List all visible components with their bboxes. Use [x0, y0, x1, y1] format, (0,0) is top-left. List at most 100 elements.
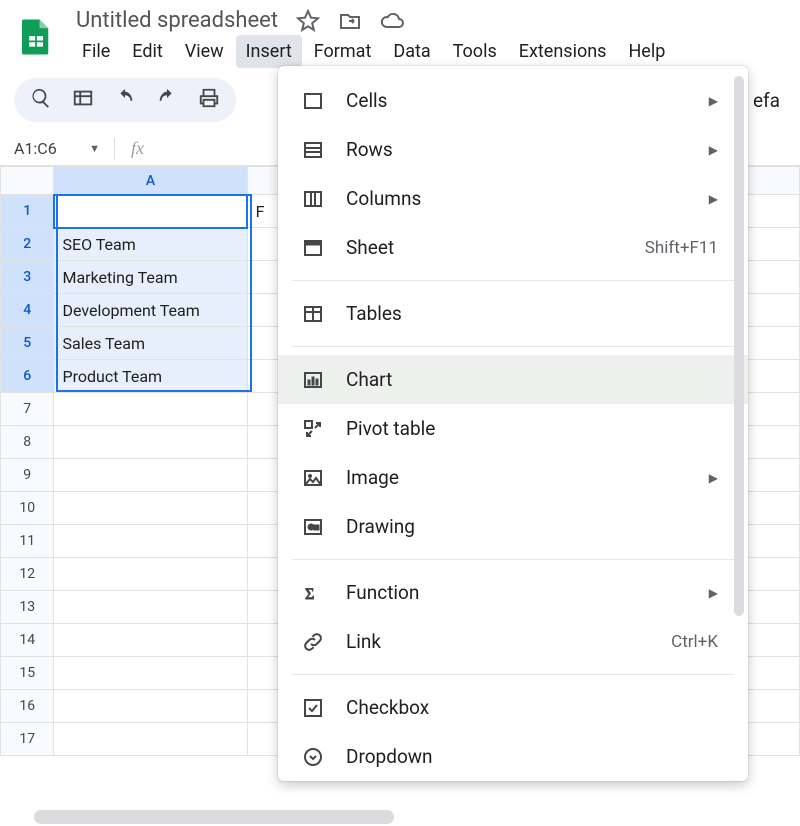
star-icon[interactable]: [296, 9, 320, 33]
menu-help[interactable]: Help: [618, 35, 675, 68]
cloud-status-icon[interactable]: [380, 9, 404, 33]
titlebar: Untitled spreadsheet FileEditViewInsertF…: [0, 0, 800, 68]
cell-A13[interactable]: [54, 591, 247, 624]
menu-item-label: Tables: [346, 302, 718, 325]
row-header-11[interactable]: 11: [1, 525, 54, 558]
filter-views-icon[interactable]: [72, 87, 94, 113]
menu-item-sheet[interactable]: SheetShift+F11: [278, 223, 748, 272]
menu-item-rows[interactable]: Rows ▶: [278, 125, 748, 174]
menu-item-columns[interactable]: Columns ▶: [278, 174, 748, 223]
cell-A6[interactable]: Product Team: [54, 360, 247, 393]
cell-A17[interactable]: [54, 723, 247, 756]
cell-A2[interactable]: SEO Team: [54, 228, 247, 261]
redo-icon[interactable]: [156, 87, 178, 113]
row-header-14[interactable]: 14: [1, 624, 54, 657]
row-header-3[interactable]: 3: [1, 261, 54, 294]
menu-item-label: Dropdown: [346, 745, 718, 768]
cell-A15[interactable]: [54, 657, 247, 690]
row-header-6[interactable]: 6: [1, 360, 54, 393]
menu-extensions[interactable]: Extensions: [509, 35, 617, 68]
sheets-logo[interactable]: [12, 13, 60, 61]
menu-item-label: Drawing: [346, 515, 718, 538]
dropdown-icon: [300, 744, 326, 770]
row-header-16[interactable]: 16: [1, 690, 54, 723]
name-box[interactable]: A1:C6 ▼: [14, 139, 114, 158]
menu-format[interactable]: Format: [304, 35, 382, 68]
undo-icon[interactable]: [114, 87, 136, 113]
drawing-icon: [300, 514, 326, 540]
chevron-right-icon: ▶: [709, 94, 718, 108]
toolbar: [14, 78, 236, 122]
chevron-right-icon: ▶: [709, 586, 718, 600]
menu-item-shortcut: Shift+F11: [645, 238, 718, 258]
menu-item-pivot[interactable]: Pivot table: [278, 404, 748, 453]
menu-item-label: Image: [346, 466, 689, 489]
row-header-10[interactable]: 10: [1, 492, 54, 525]
cell-A16[interactable]: [54, 690, 247, 723]
row-header-9[interactable]: 9: [1, 459, 54, 492]
cell-A8[interactable]: [54, 426, 247, 459]
row-header-17[interactable]: 17: [1, 723, 54, 756]
col-header-A[interactable]: A: [54, 167, 247, 195]
menu-item-label: Pivot table: [346, 417, 718, 440]
toolbar-overflow-peek: efa: [753, 89, 786, 112]
pivot-icon: [300, 416, 326, 442]
row-header-13[interactable]: 13: [1, 591, 54, 624]
menu-insert[interactable]: Insert: [236, 35, 302, 68]
horizontal-scrollbar[interactable]: [34, 810, 394, 824]
menu-item-function[interactable]: Σ Function ▶: [278, 568, 748, 617]
menu-item-shortcut: Ctrl+K: [671, 632, 718, 652]
menu-scrollbar[interactable]: [734, 76, 744, 616]
menu-item-checkbox[interactable]: Checkbox: [278, 683, 748, 732]
menu-item-label: Chart: [346, 368, 718, 391]
search-icon[interactable]: [30, 87, 52, 113]
row-header-7[interactable]: 7: [1, 393, 54, 426]
cell-A9[interactable]: [54, 459, 247, 492]
chevron-right-icon: ▶: [709, 143, 718, 157]
fx-icon: fx: [131, 138, 144, 159]
row-header-8[interactable]: 8: [1, 426, 54, 459]
row-header-1[interactable]: 1: [1, 195, 54, 228]
cell-A11[interactable]: [54, 525, 247, 558]
menu-file[interactable]: File: [72, 35, 120, 68]
cell-A1[interactable]: [54, 195, 247, 228]
menu-tools[interactable]: Tools: [443, 35, 507, 68]
row-header-15[interactable]: 15: [1, 657, 54, 690]
menu-item-dropdown[interactable]: Dropdown: [278, 732, 748, 781]
menu-item-cells[interactable]: Cells ▶: [278, 76, 748, 125]
cell-A14[interactable]: [54, 624, 247, 657]
menu-item-label: Function: [346, 581, 689, 604]
menu-item-image[interactable]: Image▶: [278, 453, 748, 502]
menu-item-chart[interactable]: Chart: [278, 355, 748, 404]
menu-item-label: Columns: [346, 187, 689, 210]
link-icon: [300, 629, 326, 655]
image-icon: [300, 465, 326, 491]
move-icon[interactable]: [338, 9, 362, 33]
menu-edit[interactable]: Edit: [122, 35, 172, 68]
row-header-12[interactable]: 12: [1, 558, 54, 591]
cell-A7[interactable]: [54, 393, 247, 426]
cell-A5[interactable]: Sales Team: [54, 327, 247, 360]
menu-item-tables[interactable]: Tables: [278, 289, 748, 338]
svg-text:Σ: Σ: [305, 586, 314, 603]
row-header-4[interactable]: 4: [1, 294, 54, 327]
cell-A3[interactable]: Marketing Team: [54, 261, 247, 294]
cell-A10[interactable]: [54, 492, 247, 525]
chart-icon: [300, 367, 326, 393]
menu-view[interactable]: View: [175, 35, 234, 68]
menu-data[interactable]: Data: [383, 35, 440, 68]
doc-title[interactable]: Untitled spreadsheet: [72, 6, 282, 35]
cell-A12[interactable]: [54, 558, 247, 591]
chevron-right-icon: ▶: [709, 192, 718, 206]
cell-icon: [300, 88, 326, 114]
menu-item-label: Cells: [346, 89, 689, 112]
menu-item-link[interactable]: LinkCtrl+K: [278, 617, 748, 666]
row-header-5[interactable]: 5: [1, 327, 54, 360]
menu-item-drawing[interactable]: Drawing: [278, 502, 748, 551]
menu-item-label: Rows: [346, 138, 689, 161]
function-icon: Σ: [300, 580, 326, 606]
row-header-2[interactable]: 2: [1, 228, 54, 261]
print-icon[interactable]: [198, 87, 220, 113]
cell-A4[interactable]: Development Team: [54, 294, 247, 327]
select-all-corner[interactable]: [1, 167, 54, 195]
